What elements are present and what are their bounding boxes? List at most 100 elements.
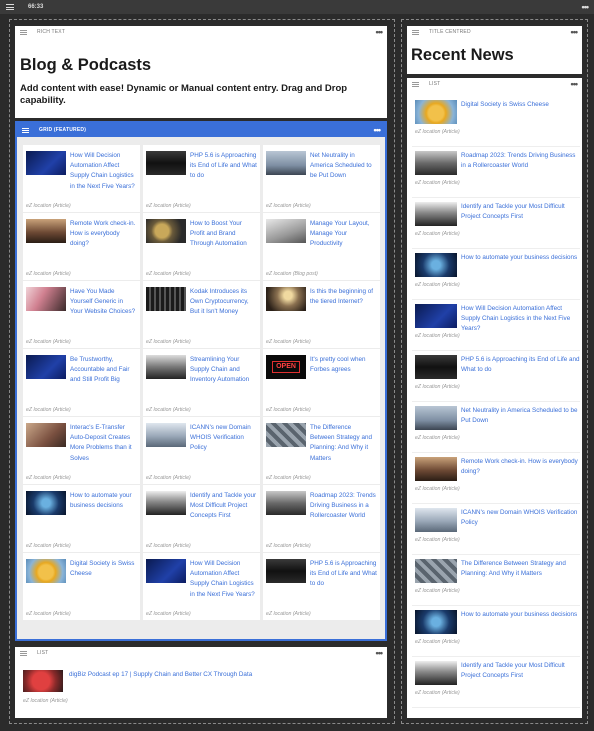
article-title-link[interactable]: PHP 5.6 is Approaching its End of Life a… <box>310 559 377 590</box>
more-options-icon[interactable]: ••• <box>374 126 382 135</box>
drag-handle-icon[interactable] <box>6 4 14 10</box>
article-title-link[interactable]: Kodak Introduces its Own Cryptocurrency,… <box>190 287 257 318</box>
drag-handle-icon[interactable] <box>412 29 419 35</box>
drag-handle-icon[interactable] <box>22 127 29 133</box>
article-title-link[interactable]: Manage Your Layout, Manage Your Producti… <box>310 219 377 250</box>
list-item[interactable]: Roadmap 2023: Trends Driving Business in… <box>412 147 580 198</box>
article-location: eZ location (Article) <box>26 339 71 345</box>
grid-card[interactable]: Manage Your Layout, Manage Your Producti… <box>263 213 380 280</box>
block-type-label: LIST <box>37 650 49 656</box>
list-block[interactable]: LIST ••• digBiz Podcast ep 17 | Supply C… <box>15 647 387 718</box>
article-title-link[interactable]: Digital Society is Swiss Cheese <box>461 100 580 110</box>
grid-card[interactable]: PHP 5.6 is Approaching its End of Life a… <box>263 553 380 620</box>
article-thumbnail <box>146 287 186 311</box>
more-options-icon[interactable]: ••• <box>582 3 590 12</box>
article-title-link[interactable]: How Will Decision Automation Affect Supp… <box>190 559 257 600</box>
more-options-icon[interactable]: ••• <box>571 28 579 37</box>
grid-card[interactable]: OPEN It's pretty cool when Forbes agrees e… <box>263 349 380 416</box>
article-location: eZ location (Article) <box>266 407 311 413</box>
article-title-link[interactable]: Be Trustworthy, Accountable and Fair and… <box>70 355 137 386</box>
list-item[interactable]: Identify and Tackle your Most Difficult … <box>412 198 580 249</box>
article-title-link[interactable]: It's pretty cool when Forbes agrees <box>310 355 377 375</box>
drag-handle-icon[interactable] <box>20 29 27 35</box>
more-options-icon[interactable]: ••• <box>571 80 579 89</box>
article-title-link[interactable]: PHP 5.6 is Approaching its End of Life a… <box>190 151 257 182</box>
article-title-link[interactable]: Have You Made Yourself Generic in Your W… <box>70 287 137 318</box>
article-location: eZ location (Article) <box>415 180 460 186</box>
article-title-link[interactable]: How to automate your business decisions <box>461 610 580 620</box>
article-title-link[interactable]: PHP 5.6 is Approaching its End of Life a… <box>461 355 580 375</box>
grid-card[interactable]: Be Trustworthy, Accountable and Fair and… <box>23 349 140 416</box>
article-title-link[interactable]: How Will Decision Automation Affect Supp… <box>461 304 580 334</box>
drag-handle-icon[interactable] <box>412 81 419 87</box>
article-thumbnail <box>146 559 186 583</box>
grid-card[interactable]: How Will Decision Automation Affect Supp… <box>143 553 260 620</box>
title-centred-block[interactable]: TITLE CENTRED ••• Recent News <box>407 26 582 74</box>
article-title-link[interactable]: Interac's E-Transfer Auto-Deposit Create… <box>70 423 137 464</box>
list-item[interactable]: ICANN's new Domain WHOIS Verification Po… <box>412 504 580 555</box>
list-item[interactable]: Remote Work check-in. How is everybody d… <box>412 453 580 504</box>
grid-card[interactable]: How Will Decision Automation Affect Supp… <box>23 145 140 212</box>
grid-card[interactable]: Identify and Tackle your Most Difficult … <box>143 485 260 552</box>
drag-handle-icon[interactable] <box>20 650 27 656</box>
article-location: eZ location (Article) <box>415 486 460 492</box>
grid-card[interactable]: Roadmap 2023: Trends Driving Business in… <box>263 485 380 552</box>
article-title-link[interactable]: How Will Decision Automation Affect Supp… <box>70 151 137 192</box>
article-title-link[interactable]: How to automate your business decisions <box>461 253 580 263</box>
article-title-link[interactable]: Roadmap 2023: Trends Driving Business in… <box>310 491 377 522</box>
grid-card[interactable]: Net Neutrality in America Scheduled to b… <box>263 145 380 212</box>
article-thumbnail <box>26 559 66 583</box>
article-thumbnail <box>415 610 457 634</box>
article-title-link[interactable]: ICANN's new Domain WHOIS Verification Po… <box>461 508 580 528</box>
article-title-link[interactable]: Identify and Tackle your Most Difficult … <box>461 202 580 222</box>
more-options-icon[interactable]: ••• <box>376 28 384 37</box>
list-item[interactable]: Net Neutrality in America Scheduled to b… <box>412 402 580 453</box>
article-title-link[interactable]: How to automate your business decisions <box>70 491 137 511</box>
grid-card[interactable]: The Difference Between Strategy and Plan… <box>263 417 380 484</box>
article-title-link[interactable]: Remote Work check-in. How is everybody d… <box>461 457 580 477</box>
article-title-link[interactable]: Identify and Tackle your Most Difficult … <box>190 491 257 522</box>
article-title-link[interactable]: ICANN's new Domain WHOIS Verification Po… <box>190 423 257 454</box>
grid-card[interactable]: Interac's E-Transfer Auto-Deposit Create… <box>23 417 140 484</box>
grid-card[interactable]: ICANN's new Domain WHOIS Verification Po… <box>143 417 260 484</box>
grid-card[interactable]: Have You Made Yourself Generic in Your W… <box>23 281 140 348</box>
list-item[interactable]: The Difference Between Strategy and Plan… <box>412 555 580 606</box>
grid-card[interactable]: Digital Society is Swiss Cheese eZ locati… <box>23 553 140 620</box>
grid-card[interactable]: Streamlining Your Supply Chain and Inven… <box>143 349 260 416</box>
list-item[interactable]: Digital Society is Swiss Cheese eZ locati… <box>412 96 580 147</box>
article-title-link[interactable]: Streamlining Your Supply Chain and Inven… <box>190 355 257 386</box>
article-thumbnail <box>266 423 306 447</box>
article-thumbnail <box>415 304 457 328</box>
grid-card[interactable]: Is this the beginning of the tiered Inte… <box>263 281 380 348</box>
article-location: eZ location (Article) <box>415 384 460 390</box>
article-title-link[interactable]: The Difference Between Strategy and Plan… <box>310 423 377 464</box>
list-item[interactable]: How Will Decision Automation Affect Supp… <box>412 300 580 351</box>
article-title-link[interactable]: The Difference Between Strategy and Plan… <box>461 559 580 579</box>
more-options-icon[interactable]: ••• <box>376 649 384 658</box>
article-title-link[interactable]: Is this the beginning of the tiered Inte… <box>310 287 377 307</box>
article-title-link[interactable]: How to Boost Your Profit and Brand Throu… <box>190 219 257 250</box>
article-thumbnail <box>26 151 66 175</box>
grid-card[interactable]: Kodak Introduces its Own Cryptocurrency,… <box>143 281 260 348</box>
grid-card[interactable]: How to Boost Your Profit and Brand Throu… <box>143 213 260 280</box>
list-item[interactable]: PHP 5.6 is Approaching its End of Life a… <box>412 351 580 402</box>
recent-news-list-block[interactable]: LIST ••• Digital Society is Swiss Cheese… <box>407 78 582 718</box>
grid-card[interactable]: PHP 5.6 is Approaching its End of Life a… <box>143 145 260 212</box>
grid-featured-block[interactable]: GRID (FEATURED) ••• How Will Decision Au… <box>15 121 387 641</box>
grid-card[interactable]: Remote Work check-in. How is everybody d… <box>23 213 140 280</box>
list-item[interactable]: digBiz Podcast ep 17 | Supply Chain and … <box>20 670 382 710</box>
article-title-link[interactable]: Digital Society is Swiss Cheese <box>70 559 137 579</box>
article-title-link[interactable]: Net Neutrality in America Scheduled to b… <box>461 406 580 426</box>
list-item[interactable]: Identify and Tackle your Most Difficult … <box>412 657 580 708</box>
rich-text-block[interactable]: RICH TEXT ••• Blog & Podcasts Add conten… <box>15 26 387 118</box>
article-title-link[interactable]: digBiz Podcast ep 17 | Supply Chain and … <box>69 671 252 678</box>
article-title-link[interactable]: Roadmap 2023: Trends Driving Business in… <box>461 151 580 171</box>
article-thumbnail <box>266 151 306 175</box>
article-thumbnail <box>23 670 63 692</box>
article-title-link[interactable]: Identify and Tackle your Most Difficult … <box>461 661 580 681</box>
list-item[interactable]: How to automate your business decisions e… <box>412 249 580 300</box>
list-item[interactable]: How to automate your business decisions e… <box>412 606 580 657</box>
article-title-link[interactable]: Net Neutrality in America Scheduled to b… <box>310 151 377 182</box>
grid-card[interactable]: How to automate your business decisions e… <box>23 485 140 552</box>
article-title-link[interactable]: Remote Work check-in. How is everybody d… <box>70 219 137 250</box>
